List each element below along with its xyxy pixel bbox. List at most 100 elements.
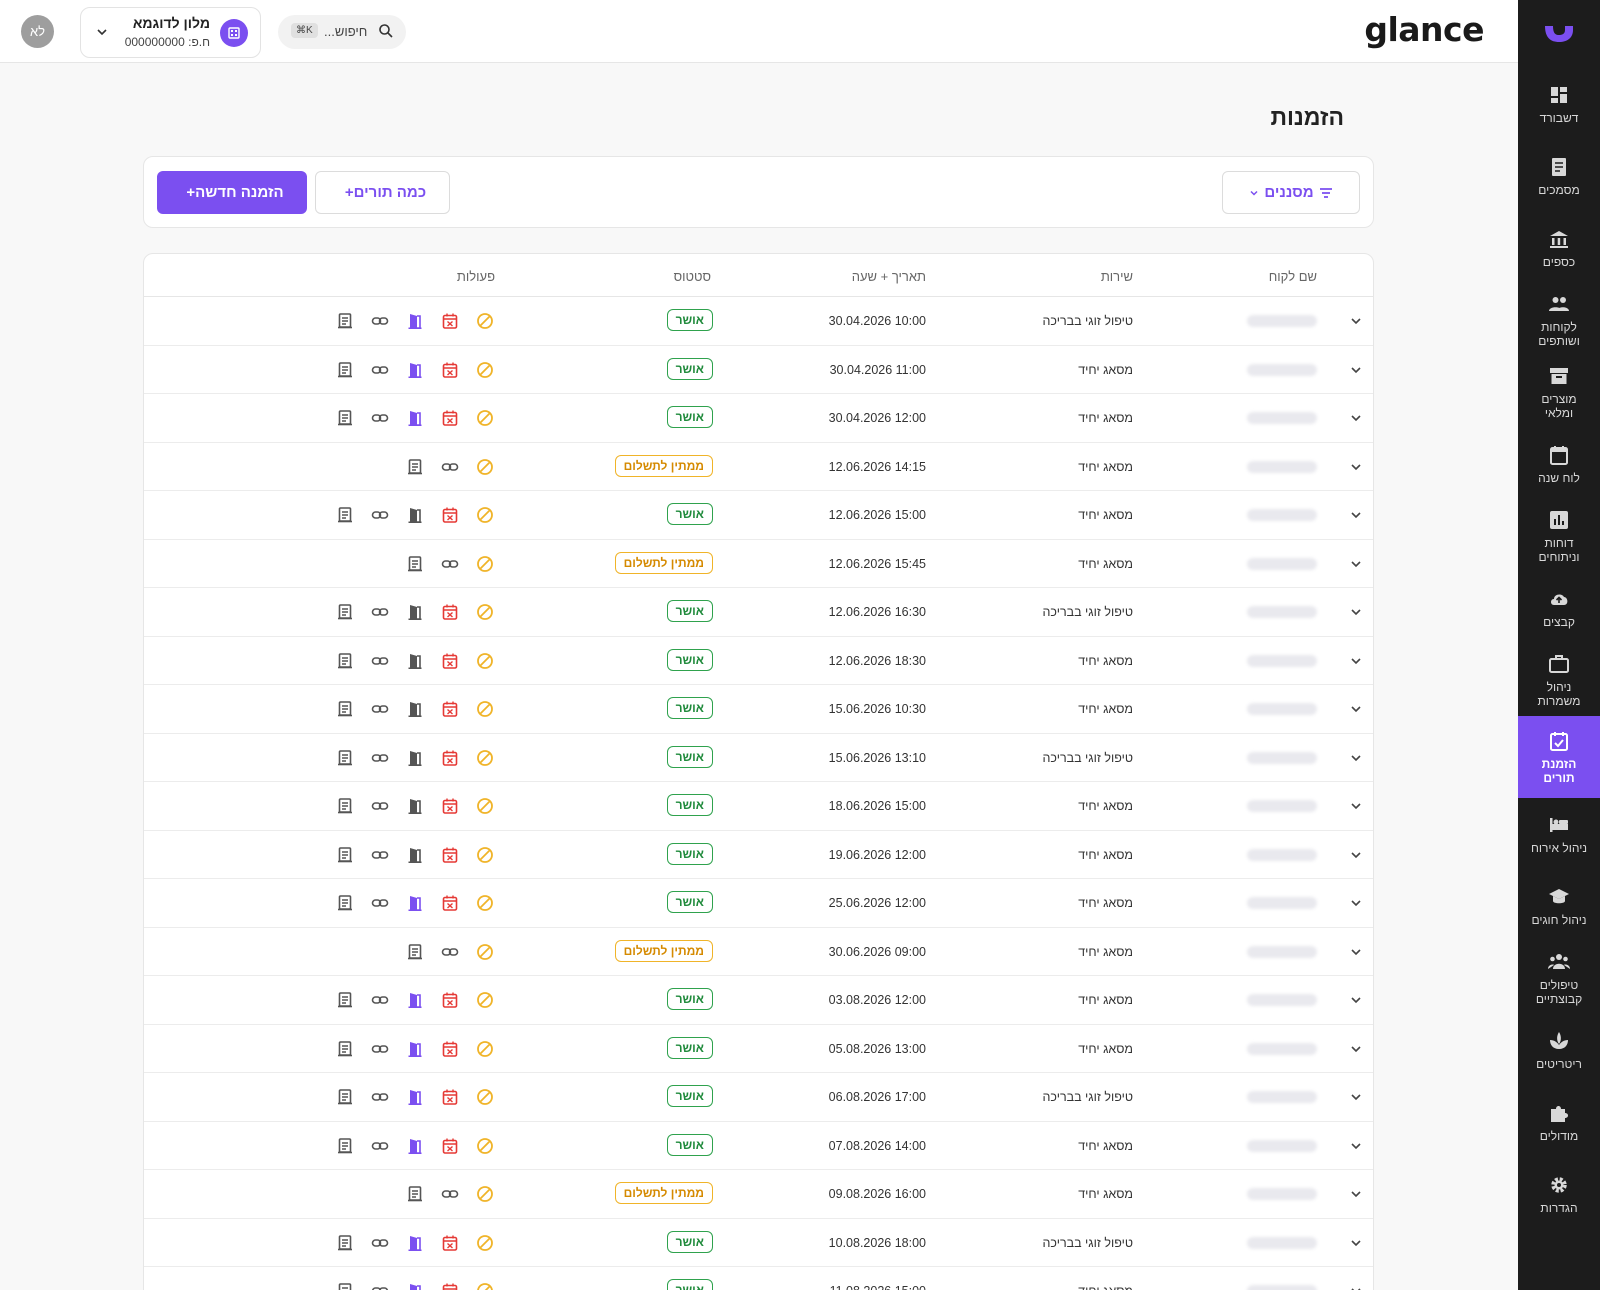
check-in-door-icon[interactable] [405, 748, 425, 768]
expand-chevron-icon[interactable] [1349, 557, 1363, 571]
calendar-cancel-icon[interactable] [440, 408, 460, 428]
sidebar-item-spa[interactable]: ריטריטים [1518, 1014, 1600, 1086]
receipt-icon[interactable] [335, 1233, 355, 1253]
link-icon[interactable] [370, 505, 390, 525]
expand-chevron-icon[interactable] [1349, 1042, 1363, 1056]
cancel-booking-icon[interactable] [475, 457, 495, 477]
calendar-cancel-icon[interactable] [440, 1136, 460, 1156]
cancel-booking-icon[interactable] [475, 602, 495, 622]
calendar-cancel-icon[interactable] [440, 311, 460, 331]
receipt-icon[interactable] [335, 990, 355, 1010]
receipt-icon[interactable] [335, 796, 355, 816]
sidebar-item-archive[interactable]: מוצרים ומלאי [1518, 356, 1600, 428]
expand-chevron-icon[interactable] [1349, 1090, 1363, 1104]
link-icon[interactable] [440, 1184, 460, 1204]
receipt-icon[interactable] [335, 1039, 355, 1059]
expand-chevron-icon[interactable] [1349, 799, 1363, 813]
link-icon[interactable] [370, 408, 390, 428]
check-in-door-icon[interactable] [405, 602, 425, 622]
sidebar-item-group[interactable]: טיפולים קבוצתיים [1518, 942, 1600, 1014]
link-icon[interactable] [370, 699, 390, 719]
link-icon[interactable] [370, 893, 390, 913]
table-row[interactable]: טיפול זוגי בבריכה 06.08.2026 17:00 אושר [144, 1073, 1373, 1122]
sidebar-item-cloud-upload[interactable]: קבצים [1518, 572, 1600, 644]
cancel-booking-icon[interactable] [475, 699, 495, 719]
link-icon[interactable] [370, 651, 390, 671]
receipt-icon[interactable] [335, 1281, 355, 1290]
check-in-door-icon[interactable] [405, 845, 425, 865]
receipt-icon[interactable] [335, 1087, 355, 1107]
sidebar-item-dashboard[interactable]: דשבורד [1518, 68, 1600, 140]
new-booking-button[interactable]: הזמנה חדשה + [157, 171, 307, 214]
link-icon[interactable] [370, 360, 390, 380]
cancel-booking-icon[interactable] [475, 360, 495, 380]
receipt-icon[interactable] [335, 360, 355, 380]
cancel-booking-icon[interactable] [475, 408, 495, 428]
expand-chevron-icon[interactable] [1349, 751, 1363, 765]
cancel-booking-icon[interactable] [475, 311, 495, 331]
link-icon[interactable] [370, 748, 390, 768]
link-icon[interactable] [370, 1136, 390, 1156]
expand-chevron-icon[interactable] [1349, 460, 1363, 474]
link-icon[interactable] [370, 311, 390, 331]
expand-chevron-icon[interactable] [1349, 1284, 1363, 1290]
table-row[interactable]: מסאג יחיד 12.06.2026 14:15 ממתין לתשלום [144, 443, 1373, 491]
calendar-cancel-icon[interactable] [440, 748, 460, 768]
check-in-door-icon[interactable] [405, 1136, 425, 1156]
sidebar-item-bed[interactable]: ניהול אירוח [1518, 798, 1600, 870]
expand-chevron-icon[interactable] [1349, 1139, 1363, 1153]
cancel-booking-icon[interactable] [475, 845, 495, 865]
check-in-door-icon[interactable] [405, 311, 425, 331]
link-icon[interactable] [440, 457, 460, 477]
table-row[interactable]: טיפול זוגי בבריכה 12.06.2026 16:30 אושר [144, 588, 1373, 637]
cancel-booking-icon[interactable] [475, 942, 495, 962]
expand-chevron-icon[interactable] [1349, 605, 1363, 619]
app-logo[interactable] [1518, 0, 1600, 68]
receipt-icon[interactable] [335, 651, 355, 671]
cancel-booking-icon[interactable] [475, 1233, 495, 1253]
calendar-cancel-icon[interactable] [440, 893, 460, 913]
table-row[interactable]: טיפול זוגי בבריכה 15.06.2026 13:10 אושר [144, 734, 1373, 782]
organization-switcher[interactable]: מלון לדוגמא ח.פ: 000000000 [80, 7, 261, 58]
check-in-door-icon[interactable] [405, 990, 425, 1010]
receipt-icon[interactable] [405, 1184, 425, 1204]
table-row[interactable]: מסאג יחיד 18.06.2026 15:00 אושר [144, 782, 1373, 831]
cancel-booking-icon[interactable] [475, 990, 495, 1010]
table-row[interactable]: מסאג יחיד 30.04.2026 12:00 אושר [144, 394, 1373, 443]
receipt-icon[interactable] [405, 942, 425, 962]
link-icon[interactable] [370, 602, 390, 622]
link-icon[interactable] [370, 990, 390, 1010]
search-box[interactable]: ⌘K חיפוש... [278, 15, 406, 49]
table-row[interactable]: מסאג יחיד 15.06.2026 10:30 אושר [144, 685, 1373, 734]
check-in-door-icon[interactable] [405, 505, 425, 525]
table-row[interactable]: מסאג יחיד 30.04.2026 11:00 אושר [144, 346, 1373, 394]
sidebar-item-report[interactable]: דוחות וניתוחים [1518, 500, 1600, 572]
link-icon[interactable] [370, 1281, 390, 1290]
calendar-cancel-icon[interactable] [440, 360, 460, 380]
sidebar-item-calendar-check[interactable]: הזמנת תורים [1518, 716, 1600, 798]
link-icon[interactable] [440, 942, 460, 962]
receipt-icon[interactable] [335, 505, 355, 525]
expand-chevron-icon[interactable] [1349, 945, 1363, 959]
check-in-door-icon[interactable] [405, 651, 425, 671]
link-icon[interactable] [370, 796, 390, 816]
table-row[interactable]: מסאג יחיד 09.08.2026 16:00 ממתין לתשלום [144, 1170, 1373, 1219]
sidebar-item-puzzle[interactable]: מודולים [1518, 1086, 1600, 1158]
sidebar-item-briefcase[interactable]: ניהול משמרות [1518, 644, 1600, 716]
sidebar-item-people[interactable]: לקוחות ושותפים [1518, 284, 1600, 356]
link-icon[interactable] [370, 1087, 390, 1107]
header-status[interactable]: סטטוס [674, 269, 711, 284]
check-in-door-icon[interactable] [405, 1233, 425, 1253]
table-row[interactable]: מסאג יחיד 12.06.2026 18:30 אושר [144, 637, 1373, 685]
check-in-door-icon[interactable] [405, 1087, 425, 1107]
cancel-booking-icon[interactable] [475, 651, 495, 671]
link-icon[interactable] [370, 1039, 390, 1059]
receipt-icon[interactable] [335, 845, 355, 865]
calendar-cancel-icon[interactable] [440, 990, 460, 1010]
calendar-cancel-icon[interactable] [440, 1281, 460, 1290]
calendar-cancel-icon[interactable] [440, 1233, 460, 1253]
sidebar-item-calendar[interactable]: לוח שנה [1518, 428, 1600, 500]
calendar-cancel-icon[interactable] [440, 845, 460, 865]
table-row[interactable]: מסאג יחיד 25.06.2026 12:00 אושר [144, 879, 1373, 928]
sidebar-item-gear[interactable]: הגדרות [1518, 1158, 1600, 1230]
